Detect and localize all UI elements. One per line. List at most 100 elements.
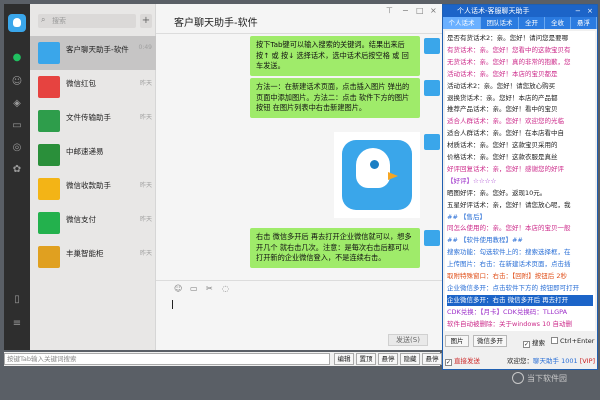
contact-item[interactable]: 中邮速递易 — [30, 138, 156, 172]
phrase-item[interactable]: 软件自动被删除：关于windows 10 自动删 — [447, 319, 593, 330]
direct-send-label: 直接发送 — [454, 357, 480, 365]
wechat-window: ● ☺ ◈ ▭ ◎ ✿ ▯ ≡ ⌕ 搜索 + 客户聊天助手-软件 0:49 微信红包… — [4, 4, 442, 350]
minimize-icon[interactable]: − — [575, 5, 581, 17]
contact-item[interactable]: 文件传输助手 昨天 — [30, 104, 156, 138]
direct-send-checkbox[interactable]: ✓ 直接发送 — [445, 355, 480, 366]
contact-time: 昨天 — [139, 250, 152, 257]
folder-icon[interactable]: ▭ — [190, 284, 198, 293]
self-avatar — [424, 38, 440, 54]
ctrl-enter-checkbox[interactable]: Ctrl+Enter — [551, 337, 594, 345]
contact-time: 昨天 — [139, 80, 152, 87]
folder-icon[interactable]: ▭ — [11, 120, 23, 132]
emoji-icon[interactable]: ☺ — [174, 284, 182, 293]
phrase-item[interactable]: 搜索功能：勾选软件上的：搜索选择框，在 — [447, 247, 593, 258]
tab-team[interactable]: 团队话术 — [481, 17, 519, 29]
watermark-logo-icon — [512, 372, 524, 384]
search-input[interactable]: ⌕ 搜索 — [38, 14, 136, 28]
helper-tabs: 个人话术 团队话术 全开 全收 悬浮 — [443, 17, 597, 29]
chat-header: 客户聊天助手-软件 ⊤ − □ × — [156, 4, 442, 34]
wechat-multi-open-button[interactable]: 微信多开 — [473, 335, 507, 347]
image-button[interactable]: 图片 — [445, 335, 469, 347]
contact-time: 昨天 — [139, 216, 152, 223]
phrase-item[interactable]: ## 【售后】 — [447, 212, 593, 223]
send-button[interactable]: 发送(S) — [388, 334, 428, 346]
welcome-status: 欢迎您：聊天助手 1001 [VIP] — [507, 355, 595, 365]
tab-expand-all[interactable]: 全开 — [519, 17, 545, 29]
contacts-icon[interactable]: ☺ — [11, 76, 23, 88]
contact-avatar — [38, 110, 60, 132]
phrase-item[interactable]: 是否有货话术2：亲。您好！请问您是要哪 — [447, 33, 593, 44]
add-chat-button[interactable]: + — [140, 14, 152, 28]
text-caret — [172, 300, 173, 309]
phrase-item[interactable]: ## 【软件使用教程】## — [447, 235, 593, 246]
close-icon[interactable]: × — [587, 5, 593, 17]
phrase-item[interactable]: 价格话术：亲。您好！这款衣服是真丝 — [447, 152, 593, 163]
close-icon[interactable]: × — [430, 6, 437, 15]
screenshot-icon[interactable]: ✂ — [206, 284, 213, 293]
hide-button[interactable]: 隐藏 — [400, 353, 420, 365]
moments-icon[interactable]: ◎ — [11, 142, 23, 154]
helper-controls: 图片 微信多开 ✓ 搜索 Ctrl+Enter ✓ 直接发送 欢迎您：聊天助手 10… — [445, 333, 595, 369]
phrase-item[interactable]: 活动话术：亲。您好！本店的宝贝都是 — [447, 69, 593, 80]
phrase-item[interactable]: 企业微信多开：点击软件下方的 按钮即可打开 — [447, 283, 593, 294]
phone-icon[interactable]: ▯ — [11, 294, 23, 306]
phrase-item[interactable]: 材质话术：亲。您好！这款宝贝采用的 — [447, 140, 593, 151]
contact-avatar — [38, 42, 60, 64]
search-checkbox[interactable]: ✓ 搜索 — [523, 337, 545, 348]
phrase-item[interactable]: 上传图片：右击：在新建话术页面，点击插 — [447, 259, 593, 270]
conversation-list: ⌕ 搜索 + 客户聊天助手-软件 0:49 微信红包 昨天 文件传输助手 昨天 中邮速递易微… — [30, 4, 156, 350]
phrase-item[interactable]: 好评回复话术：亲，您好！感谢您的好评 — [447, 164, 593, 175]
miniprogram-icon[interactable]: ✿ — [11, 164, 23, 176]
favorites-icon[interactable]: ◈ — [11, 98, 23, 110]
phrase-item[interactable]: 退换货话术：亲。您好！本店的产品都 — [447, 93, 593, 104]
phrase-item[interactable]: 【好评】☆☆☆☆ — [447, 176, 593, 187]
chat-title: 客户聊天助手-软件 — [174, 18, 258, 29]
tab-personal[interactable]: 个人话术 — [443, 17, 481, 29]
helper-title: 个人话术-客服聊天助手 — [443, 5, 597, 17]
contact-item[interactable]: 丰巢智能柜 昨天 — [30, 240, 156, 274]
pin-icon[interactable]: ⊤ — [386, 6, 393, 15]
message-input[interactable] — [172, 298, 422, 328]
contact-avatar — [38, 246, 60, 268]
contact-avatar — [38, 178, 60, 200]
contact-name: 文件传输助手 — [66, 113, 111, 122]
keyword-search-input[interactable]: 按键Tab输入关键词搜索 — [4, 353, 330, 365]
watermark-text: 当下软件园 — [527, 374, 567, 383]
pin-top-button[interactable]: 置顶 — [356, 353, 376, 365]
phrase-item[interactable]: 取附特殊窗口：右击：【回附】按钮后 2秒 — [447, 271, 593, 282]
phrase-item[interactable]: 活动话术2：亲。您好！请您放心购买 — [447, 81, 593, 92]
image-message[interactable] — [334, 132, 420, 218]
edit-button[interactable]: 编辑 — [334, 353, 354, 365]
phrase-item[interactable]: 企业微信多开：右击 微信多开后 再去打开 — [447, 294, 593, 306]
contact-name: 丰巢智能柜 — [66, 249, 104, 258]
search-checkbox-label: 搜索 — [532, 339, 545, 347]
chat-icon[interactable]: ● — [11, 52, 23, 64]
phrase-item[interactable]: 五星好评话术：亲，您好！请您放心呢，我 — [447, 200, 593, 211]
chat-area: 客户聊天助手-软件 ⊤ − □ × 按下Tab键可以输入搜索的关键词。结果出来后… — [156, 4, 442, 350]
phrase-item[interactable]: CDK兑换：【月卡】CDK兑换码：TLLGPA — [447, 307, 593, 318]
chat-history-icon[interactable]: ◌ — [222, 284, 229, 293]
phrase-item[interactable]: 适合人群话术：亲。您好！欢迎您的光临 — [447, 116, 593, 127]
checkmark-icon: ✓ — [523, 341, 530, 348]
phrase-item[interactable]: 推荐产品话术：亲。您好！看中的宝贝 — [447, 104, 593, 115]
phrase-item[interactable]: 晒图好评：亲。您好。返现10元。 — [447, 188, 593, 199]
phrase-item[interactable]: 适合人群话术：亲。您好！在本店看中自 — [447, 128, 593, 139]
minimize-icon[interactable]: − — [402, 6, 409, 15]
user-avatar[interactable] — [8, 14, 26, 32]
contact-item[interactable]: 客户聊天助手-软件 0:49 — [30, 36, 156, 70]
message-bubble: 按下Tab键可以输入搜索的关键词。结果出来后 按↑ 或 按↓ 选择话术，选中话术… — [250, 36, 420, 76]
menu-icon[interactable]: ≡ — [11, 318, 23, 330]
contact-item[interactable]: 微信红包 昨天 — [30, 70, 156, 104]
bird-beak-shape — [388, 172, 398, 180]
hover-button[interactable]: 悬停 — [378, 353, 398, 365]
tab-collapse-all[interactable]: 全收 — [545, 17, 571, 29]
phrase-item[interactable]: 有货话术：亲。您好！您看中的这款宝贝有 — [447, 45, 593, 56]
contact-item[interactable]: 微信收款助手 昨天 — [30, 172, 156, 206]
maximize-icon[interactable]: □ — [416, 6, 424, 15]
phrase-item[interactable]: 同怎么使用的：亲。您好！本店的宝贝一般 — [447, 223, 593, 234]
contact-name: 客户聊天助手-软件 — [66, 45, 129, 54]
hover-button-2[interactable]: 悬停 — [422, 353, 442, 365]
contact-item[interactable]: 微信支付 昨天 — [30, 206, 156, 240]
tab-float[interactable]: 悬浮 — [571, 17, 597, 29]
phrase-item[interactable]: 无货话术：亲。您好！真的非常的抱歉，您 — [447, 57, 593, 68]
